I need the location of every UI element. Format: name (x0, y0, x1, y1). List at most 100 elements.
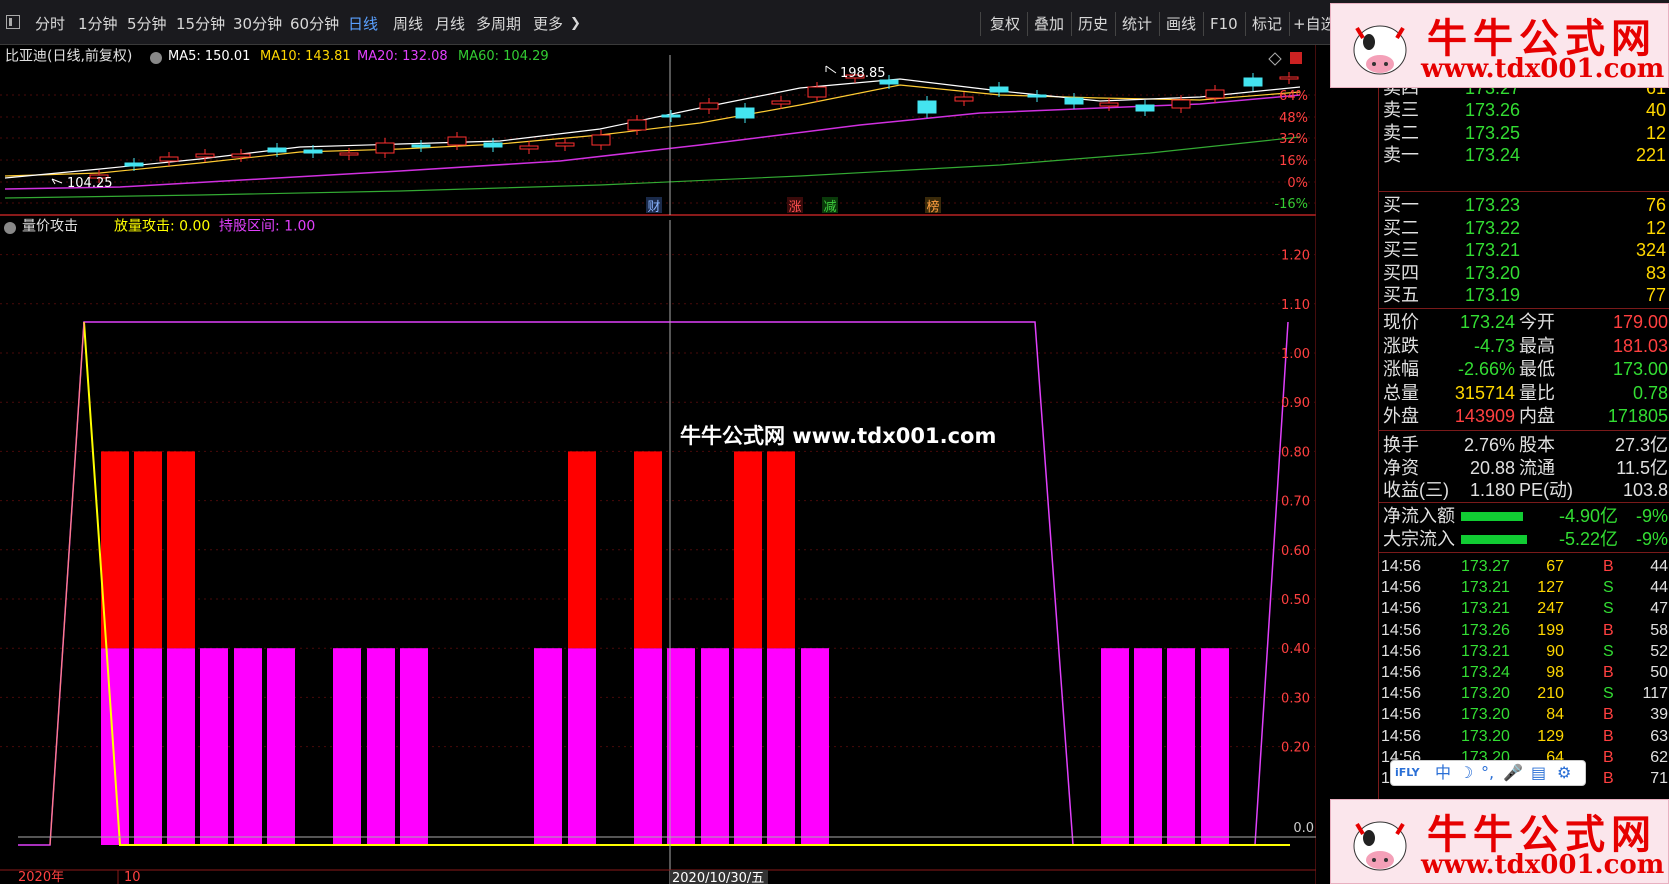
holding-bar (333, 648, 361, 845)
period-daily[interactable]: 日线 (348, 10, 378, 38)
cursor-date-label: 2020/10/30/五 (672, 871, 764, 884)
history-button[interactable]: 历史 (1078, 10, 1108, 38)
stat-value: 179.00 (1612, 312, 1668, 332)
tick-time: 14:56 (1381, 621, 1422, 639)
period-60min[interactable]: 60分钟 (290, 10, 339, 38)
period-more[interactable]: 更多 (533, 10, 563, 38)
tick-count: 71 (1650, 770, 1668, 787)
axis-label: 48% (1279, 111, 1308, 126)
f10-button[interactable]: F10 (1210, 10, 1238, 38)
chevron-right-icon[interactable]: ❯ (570, 10, 581, 38)
ime-moon-icon[interactable]: ☽ (1459, 763, 1473, 783)
tick-side: B (1603, 621, 1614, 639)
diamond-icon[interactable] (1268, 52, 1282, 66)
holding-bar (267, 648, 295, 845)
tick-count: 44 (1650, 579, 1668, 597)
tick-volume: 199 (1537, 621, 1564, 639)
period-30min[interactable]: 30分钟 (233, 10, 282, 38)
flow-label: 大宗流入 (1383, 529, 1455, 549)
tick-time: 14:56 (1381, 600, 1422, 618)
bid-row: 买三 173.21 324 (1379, 239, 1669, 262)
stats-button[interactable]: 统计 (1122, 10, 1152, 38)
stat-label: 最高 (1519, 335, 1555, 356)
ask-row: 卖二 173.25 12 (1379, 122, 1669, 145)
period-weekly[interactable]: 周线 (393, 10, 423, 38)
period-monthly[interactable]: 月线 (435, 10, 465, 38)
stat-label: 净资 (1383, 457, 1419, 478)
cow-mascot-icon (1353, 25, 1407, 75)
ma60-label: MA60: 104.29 (458, 49, 549, 64)
stat-label: 涨跌 (1383, 335, 1419, 356)
period-1min[interactable]: 1分钟 (78, 10, 118, 38)
indicator-axis-label: 1.10 (1281, 298, 1310, 313)
tick-side: B (1603, 664, 1614, 681)
attack-bar (568, 451, 596, 649)
close-icon[interactable] (1290, 52, 1302, 64)
attack-bar (167, 451, 195, 649)
flow-label: 净流入额 (1383, 506, 1455, 526)
ask-row: 卖三 173.26 40 (1379, 99, 1669, 122)
period-fenshi[interactable]: 分时 (35, 10, 65, 38)
window-icon[interactable] (6, 15, 20, 29)
holding-bar (1201, 648, 1229, 845)
period-5min[interactable]: 5分钟 (127, 10, 167, 38)
tick-count: 47 (1650, 600, 1668, 618)
stat-row: 收益(三) 1.180 PE(动) 103.8 (1379, 479, 1669, 502)
bid-volume: 83 (1645, 262, 1666, 283)
ime-mic-icon[interactable]: 🎤 (1503, 763, 1523, 783)
chart-area[interactable]: 198.85 104.25 比亚迪(日线,前复权) MA5: 150.01 MA… (0, 45, 1316, 884)
holding-bar (634, 648, 662, 845)
holding-bar (234, 648, 262, 845)
stat-row: 外盘 143909 内盘 171805 (1379, 405, 1669, 428)
stat-row: 涨幅 -2.66% 最低 173.00 (1379, 358, 1669, 381)
tick-time: 14:56 (1381, 706, 1422, 724)
indicator-axis-label: 0.30 (1281, 691, 1310, 706)
holding-bar (400, 648, 428, 845)
bid-price: 173.21 (1465, 240, 1521, 260)
period-15min[interactable]: 15分钟 (176, 10, 225, 38)
indicator-menu-icon[interactable] (4, 222, 16, 234)
holding-bar (734, 648, 762, 845)
ime-chinese-icon[interactable]: 中 (1435, 763, 1451, 783)
flow-value: -4.90亿 (1558, 506, 1618, 526)
indicator-axis-label: 0.50 (1281, 593, 1310, 608)
bid-row: 买四 173.20 83 (1379, 262, 1669, 285)
event-marker-zhang[interactable]: 涨 (788, 200, 801, 215)
holding-bar (534, 648, 562, 845)
ime-punct-icon[interactable]: °, (1481, 763, 1494, 783)
overlay-button[interactable]: 叠加 (1034, 10, 1064, 38)
event-marker-bang[interactable]: 榜 (926, 199, 939, 215)
tick-count: 52 (1650, 642, 1668, 660)
tick-price: 173.21 (1461, 579, 1510, 597)
mark-button[interactable]: 标记 (1252, 10, 1282, 38)
ask-row: 卖一 173.24 221 (1379, 144, 1669, 167)
bid-price: 173.20 (1465, 262, 1521, 283)
ime-toolbar[interactable]: iFLY 中 ☽ °, 🎤 ▤ ⚙ (1390, 760, 1586, 786)
event-marker-jian[interactable]: 减 (823, 200, 836, 215)
tick-row: 14:56 173.20 84 B 39 (1379, 703, 1669, 726)
ime-settings-icon[interactable]: ⚙ (1557, 763, 1571, 783)
draw-button[interactable]: 画线 (1166, 10, 1196, 38)
axis-label: 16% (1279, 154, 1308, 169)
period-multi[interactable]: 多周期 (476, 10, 521, 38)
axis-label: 0% (1287, 176, 1308, 191)
tick-count: 50 (1650, 664, 1668, 681)
event-marker-cai[interactable]: 财 (647, 200, 660, 215)
chevron-down-icon[interactable] (150, 52, 162, 64)
axis-label: 32% (1279, 132, 1308, 147)
tick-volume: 84 (1546, 706, 1564, 724)
stat-value: 173.24 (1459, 312, 1515, 332)
tick-volume: 90 (1546, 642, 1564, 660)
ime-keyboard-icon[interactable]: ▤ (1531, 763, 1546, 783)
holding-bar (1101, 648, 1129, 845)
tick-price: 173.26 (1461, 621, 1510, 639)
tick-volume: 210 (1537, 685, 1564, 703)
tick-row: 14:56 173.24 98 B 50 (1379, 661, 1669, 684)
indicator-pane: 量价攻击 放量攻击: 0.00 持股区间: 1.00 1.20 1.10 1.00 0… (0, 219, 1316, 884)
fuquan-button[interactable]: 复权 (990, 10, 1020, 38)
stat-label: 总量 (1383, 382, 1419, 403)
holding-bar (1167, 648, 1195, 845)
stat-label: 收益(三) (1383, 480, 1449, 500)
tick-time: 14:56 (1381, 558, 1422, 575)
stat-value: 27.3亿 (1614, 435, 1668, 455)
